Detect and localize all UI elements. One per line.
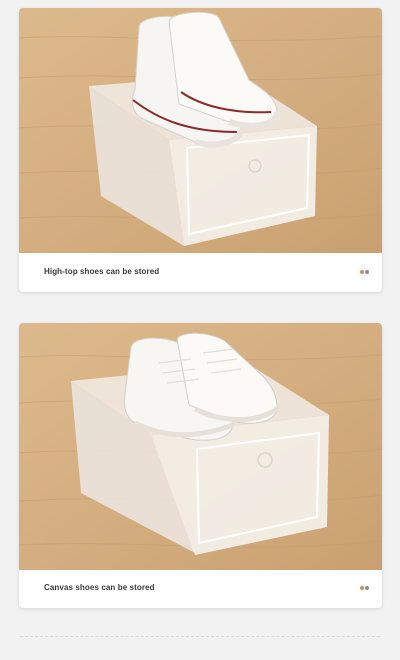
product-card-high-top: High-top shoes can be stored xyxy=(19,8,382,292)
caption-high-top: High-top shoes can be stored xyxy=(44,267,160,276)
pager-dot-active xyxy=(360,586,364,590)
pager-dots-icon xyxy=(360,586,369,590)
dashed-divider xyxy=(20,636,380,637)
product-photo-high-top-shoe-box xyxy=(19,8,382,253)
product-card-canvas: Canvas shoes can be stored xyxy=(19,323,382,608)
pager-dot-active xyxy=(360,270,364,274)
product-photo-canvas-shoe-box xyxy=(19,323,382,570)
pager-dot xyxy=(365,270,369,274)
pager-dot xyxy=(365,586,369,590)
caption-canvas: Canvas shoes can be stored xyxy=(44,583,155,592)
pager-dots-icon xyxy=(360,270,369,274)
